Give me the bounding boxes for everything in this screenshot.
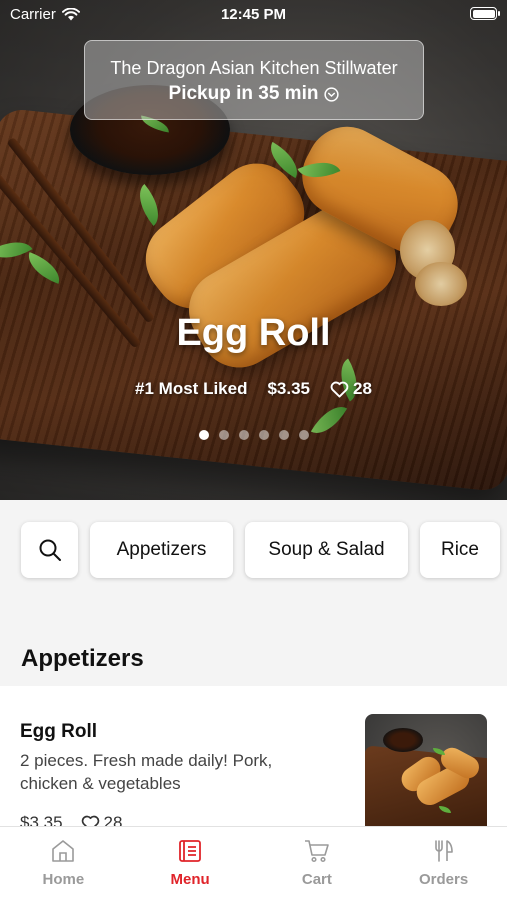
heart-icon: [330, 381, 349, 398]
menu-item-list: Egg Roll 2 pieces. Fresh made daily! Por…: [0, 686, 507, 826]
carousel-dot[interactable]: [198, 430, 209, 440]
featured-likes: 28: [353, 379, 372, 398]
menu-icon: [179, 840, 202, 862]
featured-badge: #1 Most Liked: [135, 379, 248, 398]
category-chip-appetizers[interactable]: Appetizers: [90, 522, 233, 578]
battery-icon: [470, 7, 500, 20]
featured-item-meta: #1 Most Liked $3.35 28: [0, 379, 507, 399]
featured-item-title: Egg Roll: [176, 312, 331, 354]
pickup-time-label: Pickup in 35 min: [168, 83, 319, 104]
tab-menu[interactable]: Menu: [127, 827, 254, 900]
carousel-dot[interactable]: [258, 430, 269, 440]
orders-icon: [434, 840, 453, 862]
status-bar: Carrier 12:45 PM: [0, 0, 507, 30]
featured-price: $3.35: [267, 379, 311, 398]
menu-item-name: Egg Roll: [20, 721, 98, 742]
tab-bar: Home Menu Cart Orders: [0, 826, 507, 900]
search-icon: [39, 539, 61, 561]
menu-item-image: [365, 714, 487, 826]
pickup-selector[interactable]: The Dragon Asian Kitchen Stillwater Pick…: [84, 40, 424, 120]
tab-cart[interactable]: Cart: [254, 827, 381, 900]
chevron-down-circle-icon: [324, 86, 340, 102]
tab-orders-label: Orders: [419, 871, 469, 888]
restaurant-name: The Dragon Asian Kitchen Stillwater: [110, 58, 398, 78]
carousel-dot[interactable]: [278, 430, 289, 440]
hero-banner[interactable]: Carrier 12:45 PM The Dragon Asian Kitche…: [0, 0, 507, 500]
tab-home[interactable]: Home: [0, 827, 127, 900]
home-icon: [52, 840, 75, 862]
carousel-dot[interactable]: [298, 430, 309, 440]
carousel-page-indicator[interactable]: [0, 430, 507, 440]
tab-cart-label: Cart: [301, 871, 332, 888]
menu-item-description: 2 pieces. Fresh made daily! Pork, chicke…: [20, 751, 273, 793]
tab-menu-label: Menu: [170, 871, 210, 888]
status-time: 12:45 PM: [220, 6, 287, 23]
tab-home-label: Home: [42, 871, 85, 888]
cart-icon: [304, 840, 329, 863]
tab-orders[interactable]: Orders: [380, 827, 507, 900]
category-chip-soup-salad[interactable]: Soup & Salad: [245, 522, 408, 578]
category-chip-rice[interactable]: Rice: [420, 522, 500, 578]
search-button[interactable]: [21, 522, 78, 578]
section-title: Appetizers: [21, 645, 144, 672]
carousel-dot[interactable]: [238, 430, 249, 440]
carousel-dot[interactable]: [218, 430, 229, 440]
heart-icon: [81, 815, 99, 826]
category-bar: Appetizers Soup & Salad Rice: [0, 500, 507, 600]
menu-item-price: $3.35: [20, 813, 63, 826]
menu-item-likes: 28: [103, 813, 123, 826]
